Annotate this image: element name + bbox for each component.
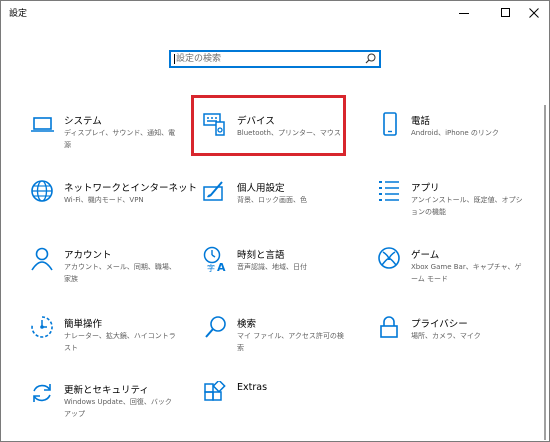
tile-title: アカウント: [64, 250, 112, 261]
phone-icon: [383, 112, 397, 136]
tile-title: 電話: [411, 116, 431, 127]
tile-gaming[interactable]: ゲーム Xbox Game Bar、キャプチャ、ゲーム モード: [377, 246, 547, 306]
settings-window: 設定 システム ディスプレイ、サウンド、通知、電源: [0, 0, 550, 442]
tile-privacy[interactable]: プライバシー 場所、カメラ、マイク: [377, 315, 547, 375]
time-language-icon: A 字: [203, 246, 226, 272]
magnifier-icon: [205, 316, 226, 338]
tile-description: マイ ファイル、アクセス許可の検索: [237, 332, 344, 352]
minimize-button[interactable]: [447, 1, 481, 25]
tile-title: ネットワークとインターネット: [64, 183, 198, 194]
tile-title: システム: [64, 116, 102, 127]
tile-search[interactable]: 検索 マイ ファイル、アクセス許可の検索: [203, 315, 373, 375]
window-title: 設定: [9, 9, 28, 19]
tile-title: アプリ: [411, 183, 440, 194]
close-icon: [529, 8, 539, 18]
tile-phone[interactable]: 電話 Android、iPhone のリンク: [377, 112, 547, 172]
tile-network[interactable]: ネットワークとインターネット Wi-Fi、機内モード、VPN: [30, 179, 200, 239]
laptop-icon: [31, 117, 54, 132]
tile-description: アカウント、メール、同期、職場、家族: [64, 263, 176, 283]
tile-description: ナレーター、拡大鏡、ハイコントラスト: [64, 332, 176, 352]
tile-description: アンインストール、既定値、オプションの機能: [411, 196, 523, 216]
tile-description: Xbox Game Bar、キャプチャ、ゲーム モード: [411, 263, 522, 283]
svg-text:A: A: [217, 261, 226, 272]
tile-time-language[interactable]: A 字 時刻と言語 音声認識、地域、日付: [203, 246, 373, 306]
text-caret: [174, 54, 175, 64]
search-box[interactable]: [169, 50, 381, 68]
minimize-icon: [459, 13, 469, 14]
tile-description: Wi-Fi、機内モード、VPN: [64, 196, 144, 204]
tile-title: Extras: [237, 382, 268, 393]
tile-title: ゲーム: [411, 250, 440, 261]
tile-extras[interactable]: Extras: [203, 381, 373, 441]
tile-description: 音声認識、地域、日付: [237, 263, 307, 271]
tile-title: 更新とセキュリティ: [64, 385, 149, 396]
personalization-icon: [203, 181, 223, 201]
tile-title: 簡単操作: [64, 319, 103, 330]
search-icon[interactable]: [365, 53, 376, 64]
xbox-icon: [378, 247, 400, 269]
tile-personalization[interactable]: 個人用設定 背景、ロック画面、色: [203, 179, 373, 239]
tile-apps[interactable]: アプリ アンインストール、既定値、オプションの機能: [377, 179, 547, 239]
svg-text:字: 字: [207, 263, 215, 272]
person-icon: [31, 247, 53, 271]
ease-of-access-icon: [31, 316, 53, 338]
maximize-icon: [501, 8, 510, 17]
sync-icon: [33, 384, 51, 402]
lock-icon: [380, 316, 398, 338]
apps-list-icon: [379, 181, 399, 201]
tile-system[interactable]: システム ディスプレイ、サウンド、通知、電源: [30, 112, 200, 172]
tile-ease-of-access[interactable]: 簡単操作 ナレーター、拡大鏡、ハイコントラスト: [30, 315, 200, 375]
tile-description: 場所、カメラ、マイク: [411, 332, 481, 340]
highlight-box: [191, 95, 346, 156]
scrollbar[interactable]: [544, 105, 546, 440]
tile-title: プライバシー: [411, 319, 468, 330]
tile-description: Windows Update、回復、バックアップ: [64, 398, 172, 418]
tile-update-security[interactable]: 更新とセキュリティ Windows Update、回復、バックアップ: [30, 381, 200, 441]
tile-description: Android、iPhone のリンク: [411, 129, 499, 137]
globe-icon: [31, 180, 53, 202]
tile-accounts[interactable]: アカウント アカウント、メール、同期、職場、家族: [30, 246, 200, 306]
close-button[interactable]: [517, 1, 550, 25]
search-input[interactable]: [176, 52, 356, 66]
tile-title: 時刻と言語: [237, 250, 285, 261]
tile-description: 背景、ロック画面、色: [237, 196, 307, 204]
extras-icon: [204, 381, 226, 401]
tile-title: 個人用設定: [237, 183, 285, 194]
tile-title: 検索: [237, 319, 257, 330]
tile-description: ディスプレイ、サウンド、通知、電源: [64, 129, 176, 149]
title-bar[interactable]: 設定: [1, 1, 549, 25]
